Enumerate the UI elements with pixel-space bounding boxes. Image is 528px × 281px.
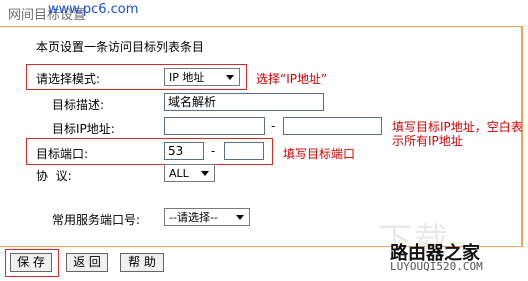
- ip-end-input[interactable]: [283, 117, 382, 135]
- mode-select[interactable]: IP 地址: [164, 68, 240, 86]
- port-range-separator: -: [211, 144, 216, 158]
- mode-select-value: IP 地址: [169, 71, 205, 84]
- intro-text: 本页设置一条访问目标列表条目: [36, 40, 205, 54]
- description-input[interactable]: 域名解析: [164, 93, 324, 111]
- description-input-value: 域名解析: [168, 95, 217, 109]
- chevron-down-icon: [236, 215, 244, 220]
- save-button[interactable]: 保 存: [10, 253, 52, 272]
- port-label: 目标端口:: [36, 147, 89, 161]
- brand-watermark: 下载 路由器之家 LUYOUQI520.COM: [372, 221, 528, 281]
- protocol-select-value: ALL: [169, 167, 189, 180]
- common-port-select[interactable]: --请选择--: [164, 208, 250, 226]
- protocol-select[interactable]: ALL: [164, 164, 215, 182]
- help-button[interactable]: 帮 助: [120, 253, 164, 272]
- description-label: 目标描述:: [52, 98, 105, 112]
- watermark-text: www.pc6.com: [48, 2, 139, 17]
- port-start-value: 53: [168, 144, 184, 158]
- header-bar: 网间目标设置 www.pc6.com: [0, 0, 528, 26]
- mode-annotation: 选择“IP地址”: [256, 72, 328, 86]
- back-button[interactable]: 返 回: [66, 253, 108, 272]
- chevron-down-icon: [201, 171, 209, 176]
- chevron-down-icon: [226, 75, 234, 80]
- brand-url: LUYOUQI520.COM: [390, 260, 483, 273]
- common-port-label: 常用服务端口号:: [52, 213, 141, 227]
- mode-label: 请选择模式:: [36, 72, 101, 86]
- ip-annotation-line2: 示所有IP地址: [392, 134, 463, 148]
- protocol-label: 协 议:: [36, 169, 72, 183]
- ip-label: 目标IP地址:: [52, 122, 115, 136]
- ip-range-separator: -: [271, 119, 276, 133]
- page: 网间目标设置 www.pc6.com 本页设置一条访问目标列表条目 请选择模式:…: [0, 0, 528, 281]
- port-start-input[interactable]: 53: [164, 142, 204, 160]
- port-end-input[interactable]: [224, 142, 264, 160]
- common-port-select-value: --请选择--: [169, 211, 218, 224]
- ip-start-input[interactable]: [164, 117, 265, 135]
- port-annotation: 填写目标端口: [283, 147, 356, 161]
